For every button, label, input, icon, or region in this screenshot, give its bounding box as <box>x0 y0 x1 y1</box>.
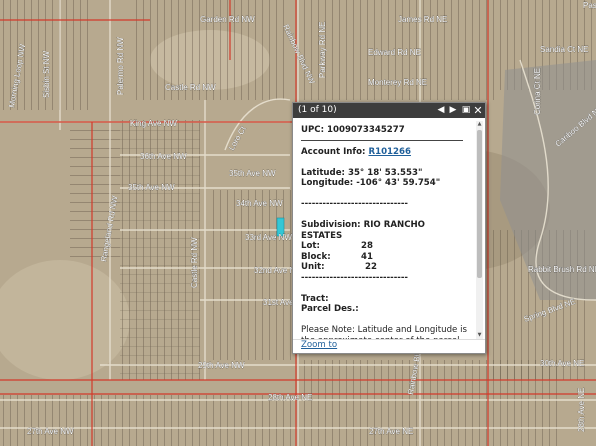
road-label: Corina Ct NE <box>533 68 542 115</box>
road-label: Garden Rd NW <box>200 15 255 24</box>
latitude-text: Latitude: 35° 18' 53.553" <box>301 167 423 178</box>
tract-text: Tract: <box>301 293 329 304</box>
road-label: Edward Rd NE <box>368 48 421 57</box>
road-label: King Ave NW <box>130 119 177 128</box>
parcel-des-text: Parcel Des.: <box>301 304 359 314</box>
block-label: Block: <box>301 251 331 262</box>
lot-label: Lot: <box>301 241 320 251</box>
scroll-down-icon[interactable]: ▼ <box>476 332 483 339</box>
dash-separator: ------------------------------ <box>301 199 409 209</box>
road-label: Castle Rd NW <box>190 237 199 288</box>
lot-row: Lot: 28 <box>301 241 474 252</box>
block-row: Block: 41 <box>301 252 474 263</box>
divider <box>301 139 463 141</box>
road-label: 36th Ave NW <box>140 152 187 161</box>
road-label: Sisbin St NW <box>42 50 51 98</box>
road-label: 27th Ave NW <box>27 427 74 436</box>
road-label: 35th Ave NW <box>128 183 175 192</box>
unit-value: 22 <box>365 262 377 272</box>
upc-text: UPC: 1009073345277 <box>301 125 405 135</box>
close-icon[interactable]: ✕ <box>472 103 484 118</box>
road-label: Paseo Ct NE <box>583 1 596 10</box>
scrollbar-thumb[interactable] <box>477 130 482 278</box>
road-label: Monterey Rd NE <box>368 78 427 87</box>
next-feature-icon[interactable]: ▶ <box>447 103 459 118</box>
scroll-up-icon[interactable]: ▲ <box>476 121 483 128</box>
dash-separator-2: ------------------------------ <box>301 272 409 283</box>
unit-label: Unit: <box>301 262 325 272</box>
popup-header: (1 of 10) ◀ ▶ ▣ ✕ <box>293 103 485 118</box>
account-link[interactable]: R101266 <box>368 147 411 157</box>
lot-value: 28 <box>361 241 373 251</box>
parcel-info-popup: (1 of 10) ◀ ▶ ▣ ✕ UPC: 1009073345277 Acc… <box>292 102 486 354</box>
subdivision-text-cont: ESTATES <box>301 230 343 241</box>
road-label: 33rd Ave NW <box>245 233 292 242</box>
maximize-icon[interactable]: ▣ <box>460 103 472 118</box>
block-value: 41 <box>361 251 373 262</box>
account-info: Account Info: R101266 <box>301 147 474 158</box>
road-label: 30th Ave NE <box>540 359 584 368</box>
road-label: 34th Ave NW <box>236 199 283 208</box>
road-label: 29th Ave NW <box>198 361 245 370</box>
longitude-text: Longitude: -106° 43' 59.754" <box>301 178 441 188</box>
road-label: Palermo Rd NW <box>116 37 125 95</box>
popup-title: (1 of 10) <box>298 105 337 115</box>
road-label: Sandia Ct NE <box>540 45 588 54</box>
road-label: 35th Ave NW <box>229 169 276 178</box>
road-label: Rabbit Brush Rd NE <box>528 265 596 274</box>
popup-footer: Zoom to <box>293 339 485 353</box>
unit-row: Unit: 22 <box>301 262 474 273</box>
subdivision-text: Subdivision: RIO RANCHO <box>301 220 425 230</box>
road-label: Castle Rd NW <box>165 83 216 92</box>
previous-feature-icon[interactable]: ◀ <box>435 103 447 118</box>
popup-content: UPC: 1009073345277 Account Info: R101266… <box>293 119 474 340</box>
road-label: James Rd NE <box>398 15 447 24</box>
zoom-to-link[interactable]: Zoom to <box>301 340 337 350</box>
note-text: Please Note: Latitude and Longitude is t… <box>301 325 467 340</box>
account-label: Account Info: <box>301 146 369 157</box>
road-label: 28th Ave NE <box>268 393 312 402</box>
road-label: Parkway Rd NE <box>318 22 327 78</box>
popup-scrollbar[interactable]: ▲ ▼ <box>476 121 483 339</box>
road-label: 27th Ave NE <box>369 427 413 436</box>
road-label: 28th Ave NE <box>577 388 586 432</box>
